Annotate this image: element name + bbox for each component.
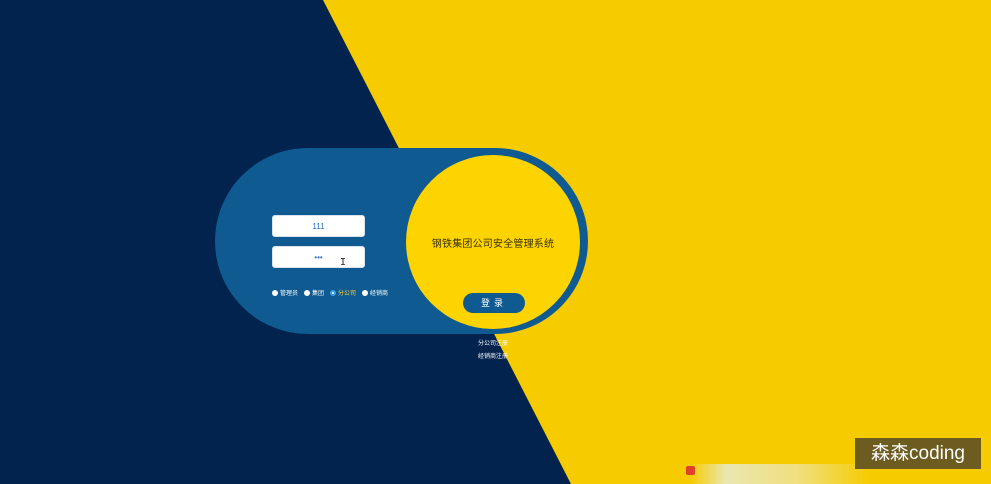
login-page: 钢铁集团公司安全管理系统 I 管理员 集团 分公司 经销商 登录 分公司注册 经… (0, 0, 991, 484)
radio-dot-icon[interactable] (362, 289, 369, 296)
role-label: 经销商 (370, 291, 389, 297)
role-option-group[interactable]: 集团 (304, 288, 324, 297)
radio-dot-icon[interactable] (304, 289, 311, 296)
system-title: 钢铁集团公司安全管理系统 (431, 239, 555, 250)
app-badge-icon (686, 466, 695, 475)
i-beam-cursor-icon: I (340, 257, 347, 268)
blurred-overlay (690, 464, 870, 484)
username-input[interactable] (272, 215, 365, 237)
radio-dot-icon[interactable] (330, 289, 337, 296)
role-option-admin[interactable]: 管理员 (272, 288, 298, 297)
login-button[interactable]: 登录 (463, 293, 525, 313)
role-label: 管理员 (280, 291, 299, 297)
radio-dot-icon[interactable] (272, 289, 278, 296)
branch-register-link[interactable]: 分公司注册 (478, 338, 508, 347)
role-selector: 管理员 集团 分公司 经销商 (272, 288, 388, 297)
role-option-branch[interactable]: 分公司 (330, 288, 356, 297)
role-label: 集团 (312, 291, 325, 297)
dealer-register-link[interactable]: 经销商注册 (478, 351, 508, 360)
password-input[interactable] (272, 246, 365, 268)
role-label: 分公司 (338, 291, 357, 297)
role-option-dealer[interactable]: 经销商 (362, 288, 388, 297)
watermark: 森森coding (855, 438, 981, 469)
